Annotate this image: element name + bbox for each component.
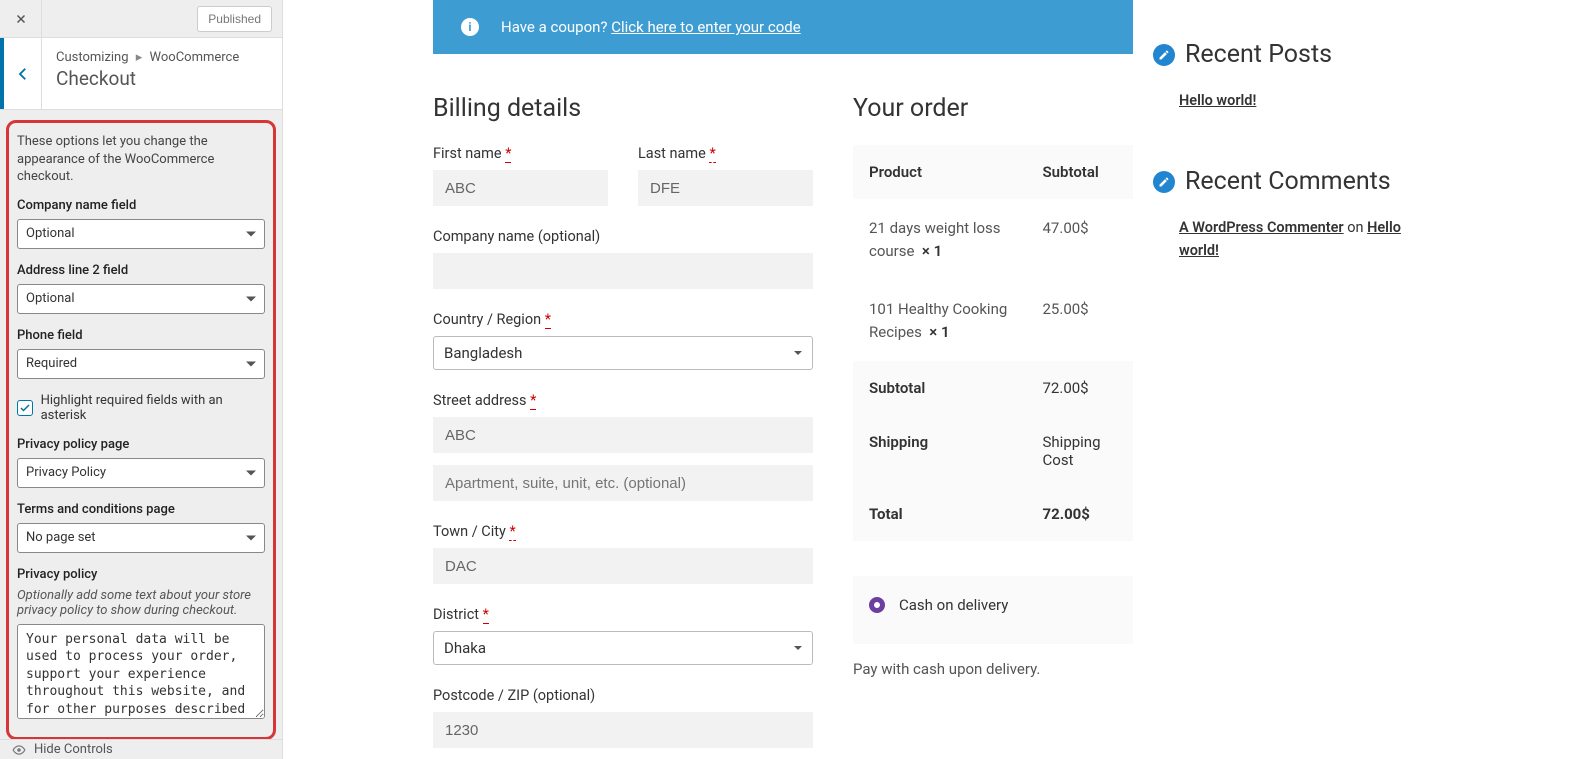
published-button[interactable]: Published <box>197 6 272 32</box>
street-input[interactable] <box>433 417 813 453</box>
district-select[interactable]: Dhaka <box>433 631 813 665</box>
privacy-page-label: Privacy policy page <box>17 437 265 452</box>
privacy-policy-hint: Optionally add some text about your stor… <box>17 588 265 618</box>
breadcrumb-parent: WooCommerce <box>150 50 240 65</box>
billing-section: Billing details First name * Last name * <box>433 94 813 759</box>
last-name-input[interactable] <box>638 170 813 206</box>
info-icon: i <box>461 18 479 36</box>
pencil-icon[interactable] <box>1153 44 1175 66</box>
breadcrumb-current: Checkout <box>56 67 268 90</box>
company-label: Company name (optional) <box>433 228 813 245</box>
breadcrumb-text: Customizing ▸ WooCommerce Checkout <box>42 38 282 109</box>
shipping-value: Shipping Cost <box>1027 415 1134 487</box>
terms-page-label: Terms and conditions page <box>17 502 265 517</box>
radio-icon <box>869 597 885 613</box>
hide-controls-button[interactable]: Hide Controls <box>0 739 282 759</box>
recent-posts-header: Recent Posts <box>1153 40 1443 69</box>
payment-option-label: Cash on delivery <box>899 596 1008 614</box>
close-icon <box>14 12 28 26</box>
privacy-policy-label: Privacy policy <box>17 567 265 582</box>
postcode-input[interactable] <box>433 712 813 748</box>
company-input[interactable] <box>433 253 813 289</box>
coupon-notice: i Have a coupon? Click here to enter you… <box>433 0 1133 54</box>
street2-input[interactable] <box>433 465 813 501</box>
hide-controls-label: Hide Controls <box>34 742 113 757</box>
country-label: Country / Region * <box>433 311 813 328</box>
order-table: Product Subtotal 21 days weight loss cou… <box>853 145 1133 541</box>
address2-field-select[interactable]: Optional <box>17 284 265 314</box>
main-column: i Have a coupon? Click here to enter you… <box>433 0 1133 759</box>
coupon-prefix: Have a coupon? <box>501 18 611 36</box>
highlight-checkbox-label: Highlight required fields with an asteri… <box>41 393 265 423</box>
comment-author-link[interactable]: A WordPress Commenter <box>1179 219 1344 236</box>
th-product: Product <box>853 145 1027 199</box>
recent-post-link[interactable]: Hello world! <box>1179 92 1256 109</box>
recent-comments-title: Recent Comments <box>1185 167 1391 196</box>
payment-description: Pay with cash upon delivery. <box>853 644 1133 678</box>
postcode-label: Postcode / ZIP (optional) <box>433 687 813 704</box>
phone-field-label: Phone field <box>17 328 265 343</box>
check-icon <box>19 402 31 414</box>
privacy-page-select[interactable]: Privacy Policy <box>17 458 265 488</box>
highlighted-panel: These options let you change the appeara… <box>6 120 276 740</box>
last-name-label: Last name * <box>638 145 813 162</box>
widgets-column: Recent Posts Hello world! Recent Comment… <box>1153 0 1443 759</box>
country-select[interactable]: Bangladesh <box>433 336 813 370</box>
total-value: 72.00$ <box>1027 487 1134 541</box>
breadcrumb-sep: ▸ <box>136 50 143 65</box>
total-label: Total <box>853 487 1027 541</box>
town-input[interactable] <box>433 548 813 584</box>
table-row: 101 Healthy Cooking Recipes × 1 25.00$ <box>853 280 1133 361</box>
street-label: Street address * <box>433 392 813 409</box>
breadcrumb-row: Customizing ▸ WooCommerce Checkout <box>0 38 282 110</box>
recent-posts-title: Recent Posts <box>1185 40 1332 69</box>
coupon-link[interactable]: Click here to enter your code <box>611 18 800 36</box>
eye-off-icon <box>12 743 26 757</box>
phone-field-select[interactable]: Required <box>17 349 265 379</box>
shipping-label: Shipping <box>853 415 1027 487</box>
preview-pane: i Have a coupon? Click here to enter you… <box>283 0 1576 759</box>
first-name-label: First name * <box>433 145 608 162</box>
highlight-checkbox-row[interactable]: Highlight required fields with an asteri… <box>17 393 265 423</box>
highlight-checkbox[interactable] <box>17 400 33 416</box>
recent-comments-list: A WordPress Commenter on Hello world! <box>1153 216 1443 262</box>
sidebar-top-row: Published <box>0 0 282 38</box>
privacy-policy-textarea[interactable] <box>17 624 265 719</box>
table-row: 21 days weight loss course × 1 47.00$ <box>853 199 1133 280</box>
th-subtotal: Subtotal <box>1027 145 1134 199</box>
panel-description: These options let you change the appeara… <box>17 133 265 186</box>
order-heading: Your order <box>853 94 1133 123</box>
billing-heading: Billing details <box>433 94 813 123</box>
recent-comments-header: Recent Comments <box>1153 167 1443 196</box>
district-label: District * <box>433 606 813 623</box>
back-button[interactable] <box>0 38 42 109</box>
pencil-icon[interactable] <box>1153 171 1175 193</box>
recent-posts-list: Hello world! <box>1153 89 1443 112</box>
address2-field-label: Address line 2 field <box>17 263 265 278</box>
order-section: Your order Product Subtotal 21 days w <box>853 94 1133 759</box>
chevron-left-icon <box>14 65 32 83</box>
customizer-sidebar: Published Customizing ▸ WooCommerce Chec… <box>0 0 283 759</box>
subtotal-label: Subtotal <box>853 361 1027 415</box>
terms-page-select[interactable]: No page set <box>17 523 265 553</box>
company-field-label: Company name field <box>17 198 265 213</box>
payment-box: Cash on delivery <box>853 576 1133 644</box>
company-field-select[interactable]: Optional <box>17 219 265 249</box>
payment-option[interactable]: Cash on delivery <box>869 596 1117 614</box>
comment-on-text: on <box>1344 219 1367 236</box>
breadcrumb-customizing: Customizing <box>56 50 129 65</box>
first-name-input[interactable] <box>433 170 608 206</box>
subtotal-value: 72.00$ <box>1027 361 1134 415</box>
town-label: Town / City * <box>433 523 813 540</box>
panel-body: These options let you change the appeara… <box>0 110 282 759</box>
close-button[interactable] <box>0 0 42 38</box>
